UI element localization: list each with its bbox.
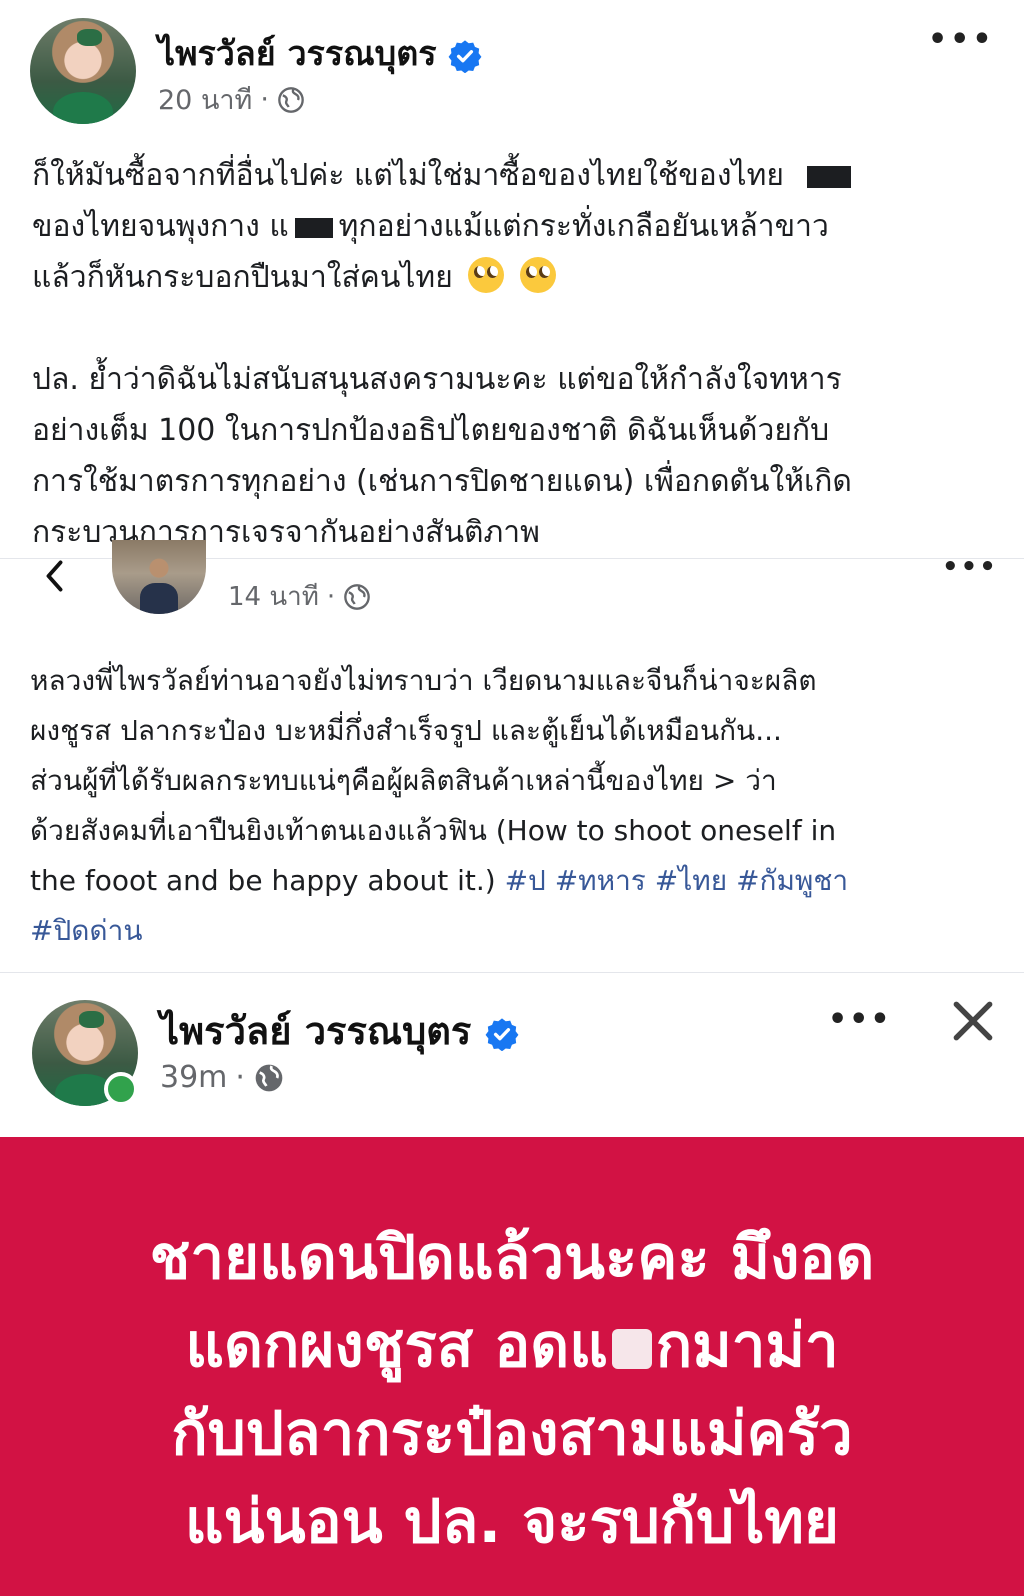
- meta-separator: ·: [326, 581, 336, 612]
- banner-line: กับปลากระป๋องสามแม่ครัว: [171, 1399, 853, 1469]
- hashtag-link[interactable]: #กัมพูชา: [736, 864, 848, 897]
- globe-icon: [344, 583, 370, 610]
- meta-separator: ·: [235, 1060, 245, 1095]
- post1-line: ปล. ย้ำว่าดิฉันไม่สนับสนุนสงครามนะคะ แต่…: [32, 362, 842, 397]
- post1-line: การใช้มาตรการทุกอย่าง (เช่นการปิดชายแดน)…: [32, 464, 852, 499]
- post1-line: ของไทยจนพุงกาง แ ทุกอย่างแม้แต่กระทั่งเกล…: [32, 201, 852, 252]
- post1-line-text: ของไทยจนพุงกาง แ: [32, 209, 289, 244]
- post2-line: ผงชูรส ปลากระป๋อง บะหมี่กึ่งสำเร็จรูป แล…: [30, 714, 782, 747]
- post2-line: ด้วยสังคมที่เอาปืนยิงเท้าตนเองแล้วฟิน (H…: [30, 814, 837, 847]
- post1-more-options-icon[interactable]: •••: [928, 22, 995, 57]
- banner-line: แน่นอน ปล. จะรบกับไทย: [184, 1487, 840, 1557]
- rolling-eyes-emoji-icon: [468, 257, 505, 293]
- post2-meta: 14 นาที ·: [228, 576, 371, 617]
- redaction-mark: [611, 1329, 652, 1370]
- post1-line-text: แล้วก็หันกระบอกปืนมาใส่คนไทย: [32, 260, 453, 295]
- post1-line: อย่างเต็ม 100 ในการปกป้องอธิปไตยของชาติ …: [32, 413, 830, 448]
- banner-line: แดกผงชูรส อดแ กมาม่า: [0, 1302, 1024, 1390]
- post1-body: ก็ให้มันซื้อจากที่อื่นไปค่ะ แต่ไม่ใช่มาซ…: [32, 150, 852, 558]
- post1-line: แล้วก็หันกระบอกปืนมาใส่คนไทย: [32, 252, 852, 303]
- online-status-indicator: [104, 1072, 138, 1106]
- banner-line-text: แดกผงชูรส อดแ: [185, 1311, 608, 1381]
- post2-line: ส่วนผู้ที่ได้รับผลกระทบแน่ๆคือผู้ผลิตสิน…: [30, 764, 777, 797]
- post1-author-name[interactable]: ไพรวัลย์ วรรณบุตร: [158, 26, 482, 80]
- close-icon[interactable]: [948, 996, 998, 1046]
- post2-line: หลวงพี่ไพรวัลย์ท่านอาจยังไม่ทราบว่า เวีย…: [30, 664, 817, 697]
- redaction-mark: [294, 217, 333, 238]
- rolling-eyes-emoji-icon: [519, 257, 556, 293]
- post1-line-text: ก็ให้มันซื้อจากที่อื่นไปค่ะ แต่ไม่ใช่มาซ…: [32, 158, 784, 193]
- post2-line: #ปิดด่าน: [30, 906, 848, 956]
- hashtag-link[interactable]: #ปิดด่าน: [30, 914, 142, 947]
- post2-body: หลวงพี่ไพรวัลย์ท่านอาจยังไม่ทราบว่า เวีย…: [30, 656, 848, 956]
- post2-timestamp[interactable]: 14 นาที: [228, 576, 319, 617]
- hashtag-link[interactable]: #ทหาร: [555, 864, 646, 897]
- post1-spacer: [32, 303, 852, 354]
- post1-line-text: ทุกอย่างแม้แต่กระทั่งเกลือยันเหล้าขาว: [338, 209, 829, 244]
- post3-meta: 39m ·: [160, 1060, 285, 1095]
- post1-line: ก็ให้มันซื้อจากที่อื่นไปค่ะ แต่ไม่ใช่มาซ…: [32, 150, 852, 201]
- redaction-mark: [807, 165, 852, 188]
- back-arrow-icon[interactable]: [38, 556, 74, 596]
- meta-separator: ·: [260, 84, 269, 115]
- hashtag-link[interactable]: #ป: [505, 864, 546, 897]
- post1-avatar[interactable]: [30, 18, 136, 124]
- post2-avatar[interactable]: [112, 540, 206, 614]
- banner-line-text: กมาม่า: [655, 1311, 839, 1381]
- post3-author-label[interactable]: ไพรวัลย์ วรรณบุตร: [160, 1009, 471, 1053]
- screenshot-seam: [0, 972, 1024, 973]
- globe-icon: [255, 1064, 283, 1091]
- post2-line: the fooot and be happy about it.) #ป #ทห…: [30, 856, 848, 906]
- banner-line: ชายแดนปิดแล้วนะคะ มึงอด: [149, 1223, 875, 1293]
- post1-meta: 20 นาที ·: [158, 78, 305, 121]
- post3-more-options-icon[interactable]: •••: [828, 1002, 892, 1037]
- post3-timestamp[interactable]: 39m: [160, 1060, 227, 1095]
- post3-author-name[interactable]: ไพรวัลย์ วรรณบุตร: [160, 1000, 519, 1061]
- verified-badge-icon: [485, 1017, 518, 1051]
- hashtag-link[interactable]: #ไทย: [655, 864, 727, 897]
- post2-more-options-icon[interactable]: •••: [942, 552, 998, 582]
- post2-line-text: the fooot and be happy about it.): [30, 864, 496, 897]
- verified-badge-icon: [448, 39, 482, 73]
- post1-timestamp[interactable]: 20 นาที: [158, 78, 252, 121]
- globe-icon: [278, 86, 304, 113]
- post1-author-label[interactable]: ไพรวัลย์ วรรณบุตร: [158, 34, 437, 74]
